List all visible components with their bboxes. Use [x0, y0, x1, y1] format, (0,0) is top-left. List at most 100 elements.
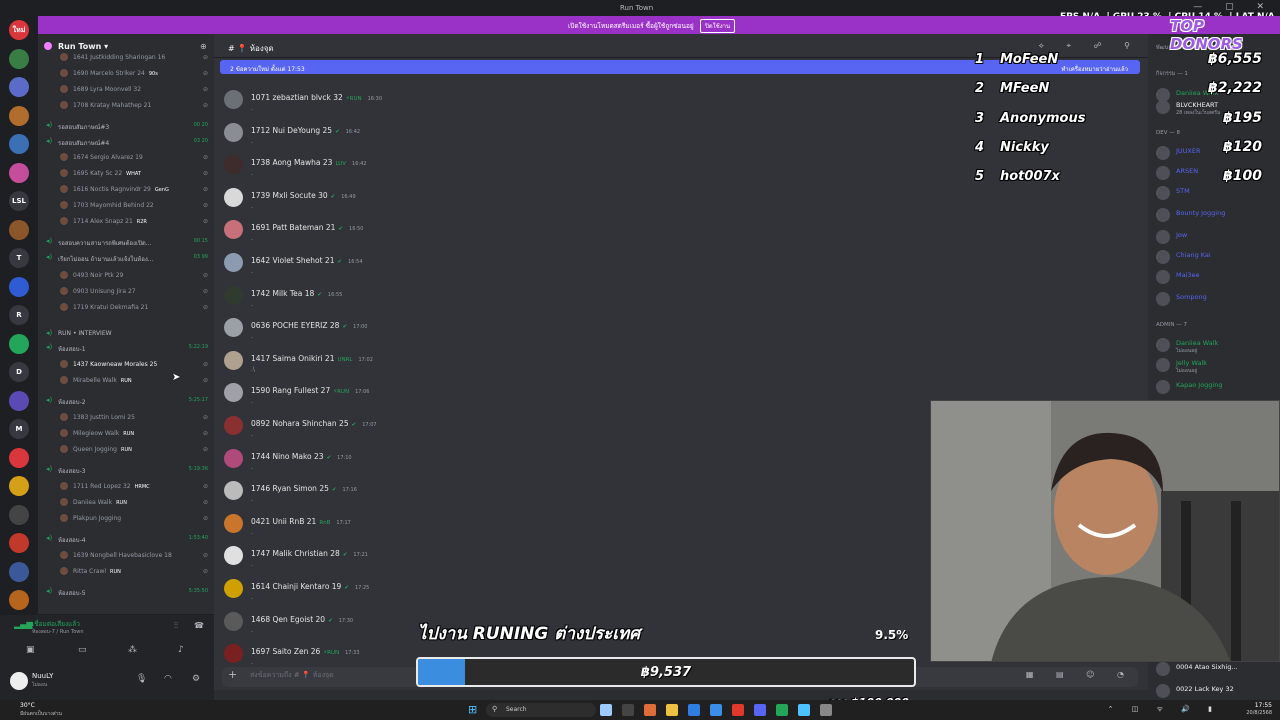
server-icon[interactable] — [9, 333, 29, 354]
member-item[interactable]: 0022 Lack Key 32 — [1148, 682, 1280, 700]
server-icon[interactable]: T — [9, 248, 29, 268]
soundboard-icon[interactable]: ♪ — [178, 645, 184, 655]
chat-message[interactable]: 0421 Unii RnB 21 RnB 17:17. — [224, 513, 624, 546]
message-avatar[interactable] — [224, 448, 243, 468]
system-tray-icons[interactable]: ⌃ ◫ ᯤ 🔊 ▮ — [1108, 705, 1220, 714]
message-author[interactable]: 1691 Patt Bateman 21 — [251, 223, 335, 232]
server-icon[interactable] — [9, 390, 29, 411]
taskbar-app-icon[interactable] — [688, 704, 700, 716]
message-avatar[interactable] — [224, 644, 243, 664]
new-messages-bar[interactable]: 2 ข้อความใหม่ ตั้งแต่ 17:53 ทำเครื่องหมา… — [220, 60, 1140, 74]
chat-message[interactable]: 1742 Milk Tea 18 ✔ 16:55. — [224, 285, 624, 318]
member-item[interactable]: JUUXER — [1148, 144, 1280, 164]
server-icon[interactable] — [9, 134, 29, 154]
voice-member[interactable]: 1639 Nongbell Havebasiclove 18 ⊘ — [38, 550, 214, 562]
add-member-icon[interactable]: ⊕ — [200, 42, 207, 51]
member-item[interactable]: Daniiea Walk ไม่ออนอยู่ — [1148, 336, 1280, 356]
voice-member[interactable]: 1690 Marcelo Striker 24 90s ⊘ — [38, 68, 214, 80]
camera-icon[interactable]: ▣ — [26, 645, 35, 655]
voice-member[interactable]: 1641 Justkidding Sharingan 16 ⊘ — [38, 52, 214, 64]
server-icon[interactable] — [9, 77, 29, 97]
chat-message[interactable]: 1746 Ryan Simon 25 ✔ 17:16. — [224, 481, 624, 513]
voice-member[interactable]: 1674 Sergio Alvarez 19 ⊘ — [38, 152, 214, 164]
voice-member[interactable]: Daniiea Walk RUN ⊘ — [38, 497, 214, 509]
message-avatar[interactable] — [224, 481, 243, 501]
voice-channel[interactable]: ◂) ห้องสอบ-1 5:22:19 — [38, 342, 214, 354]
server-icon[interactable] — [9, 447, 29, 468]
chat-message[interactable]: 1712 Nui DeYoung 25 ✔ 16:42. — [224, 122, 624, 155]
server-icon[interactable] — [9, 219, 29, 240]
member-item[interactable]: Sompong — [1148, 290, 1280, 310]
member-item[interactable]: BLVCKHEART 28 เพลงในเว็บสตรีม — [1148, 98, 1280, 118]
headphones-icon[interactable]: ◠ — [164, 674, 172, 684]
message-author[interactable]: 1742 Milk Tea 18 — [251, 289, 314, 298]
member-item[interactable]: Jelly Walk ไม่ออนอยู่ — [1148, 356, 1280, 376]
server-icon[interactable] — [9, 561, 29, 582]
voice-channel[interactable]: ◂) ห้องสอบ-3 5:19:36 — [38, 464, 214, 476]
voice-member[interactable]: Queen Jogging RUN ⊘ — [38, 444, 214, 456]
message-avatar[interactable] — [224, 416, 243, 435]
member-item[interactable]: Mai3ee — [1148, 268, 1280, 288]
user-avatar[interactable] — [10, 672, 28, 690]
message-author[interactable]: 1071 zebaztian blvck 32 — [251, 93, 343, 102]
disable-streamer-mode-button[interactable]: ปิดใช้งาน — [700, 19, 736, 33]
taskbar-app-icon[interactable] — [732, 704, 744, 716]
message-input-placeholder[interactable]: ส่งข้อความถึง # 📍 ห้องจุด — [250, 670, 334, 681]
message-avatar[interactable] — [224, 611, 243, 631]
server-icon[interactable]: M — [9, 419, 29, 439]
voice-channel[interactable]: ◂) รอสอบสัมภาษณ์#4 03 20 — [38, 136, 214, 148]
server-icon[interactable]: LSL — [9, 191, 29, 211]
taskbar-app-icon[interactable] — [798, 704, 810, 716]
message-author[interactable]: 1468 Qen Egoist 20 — [251, 615, 325, 624]
message-author[interactable]: 0421 Unii RnB 21 — [251, 517, 316, 526]
taskbar-app-icon[interactable] — [754, 704, 766, 716]
chat-message[interactable]: 1744 Nino Mako 23 ✔ 17:10. — [224, 448, 624, 481]
chat-message[interactable]: 0636 POCHE EYERIZ 28 ✔ 17:00. — [224, 318, 624, 350]
voice-member[interactable]: 1714 Alex Snapz 21 R2R ⊘ — [38, 216, 214, 228]
windows-start-icon[interactable]: ⊞ — [468, 703, 477, 716]
chat-message[interactable]: 1747 Malik Christian 28 ✔ 17:21. — [224, 546, 624, 578]
voice-member[interactable]: 1708 Kratay Mahathep 21 ⊘ — [38, 100, 214, 112]
disconnect-icon[interactable]: ☎ — [194, 621, 204, 630]
message-author[interactable]: 1744 Nino Mako 23 — [251, 452, 324, 461]
settings-gear-icon[interactable]: ⚙ — [192, 674, 200, 684]
message-avatar[interactable] — [224, 546, 243, 566]
taskbar-app-icon[interactable] — [820, 704, 832, 716]
message-avatar[interactable] — [224, 90, 243, 109]
clock-time[interactable]: 17:55 — [1255, 702, 1272, 709]
server-icon[interactable] — [9, 48, 29, 69]
chat-message[interactable]: 1642 Violet Shehot 21 ✔ 16:54. — [224, 253, 624, 285]
voice-member[interactable]: 1616 Noctis Ragnvindr 29 GenG ⊘ — [38, 184, 214, 196]
noise-suppression-icon[interactable]: ⫶⫶ — [174, 621, 178, 631]
voice-member[interactable]: 1695 Katy Sc 22 WHAT ⊘ — [38, 168, 214, 180]
voice-channel[interactable]: ◂) ห้องสอบ-4 1:53:40 — [38, 533, 214, 545]
voice-channel[interactable]: ◂) เรียกไม่ออน ถ้ามานแล้วแจ้งในห้อง... 03 … — [38, 252, 214, 264]
message-avatar[interactable] — [224, 253, 243, 272]
message-author[interactable]: 1642 Violet Shehot 21 — [251, 256, 334, 265]
voice-member[interactable]: 1703 Mayomhid Behind 22 ⊘ — [38, 200, 214, 212]
message-author[interactable]: 1614 Chainji Kentaro 19 — [251, 582, 341, 591]
message-avatar[interactable] — [224, 155, 243, 175]
taskbar-app-icon[interactable] — [776, 704, 788, 716]
weather-temp[interactable]: 30°C — [20, 702, 35, 709]
message-avatar[interactable] — [224, 318, 243, 338]
chat-message[interactable]: 0892 Nohara Shinchan 25 ✔ 17:07. — [224, 416, 624, 448]
microphone-icon[interactable]: 🎙 — [136, 674, 147, 684]
member-item[interactable]: Chiang Kai — [1148, 248, 1280, 268]
member-item[interactable]: Kapao Jogging — [1148, 378, 1280, 398]
server-icon[interactable]: D — [9, 362, 29, 382]
voice-member[interactable]: 0493 Noir Ptk 29 ⊘ — [38, 270, 214, 282]
voice-member[interactable]: 1711 Red Lopez 32 HRMC ⊘ — [38, 481, 214, 493]
voice-channel[interactable]: ◂) ห้องสอบ-2 5:25:17 — [38, 395, 214, 407]
message-author[interactable]: 1738 Aong Mawha 23 — [251, 158, 332, 167]
voice-member[interactable]: 1437 Kaowneaw Morales 25 ⊘ — [38, 359, 214, 371]
message-avatar[interactable] — [224, 122, 243, 142]
member-item[interactable]: Bounty Jogging — [1148, 206, 1280, 226]
chat-message[interactable]: 1691 Patt Bateman 21 ✔ 16:50. — [224, 220, 624, 252]
server-icon[interactable] — [9, 590, 29, 610]
server-icon[interactable] — [9, 105, 29, 126]
chat-message[interactable]: 1417 Saima Onikiri 21 UNRL 17:02 .\ — [224, 350, 624, 383]
attach-plus-icon[interactable]: + — [228, 668, 237, 681]
voice-member[interactable]: 0903 Unisung Jira 27 ⊘ — [38, 286, 214, 298]
message-author[interactable]: 1590 Rang Fullest 27 — [251, 386, 330, 395]
